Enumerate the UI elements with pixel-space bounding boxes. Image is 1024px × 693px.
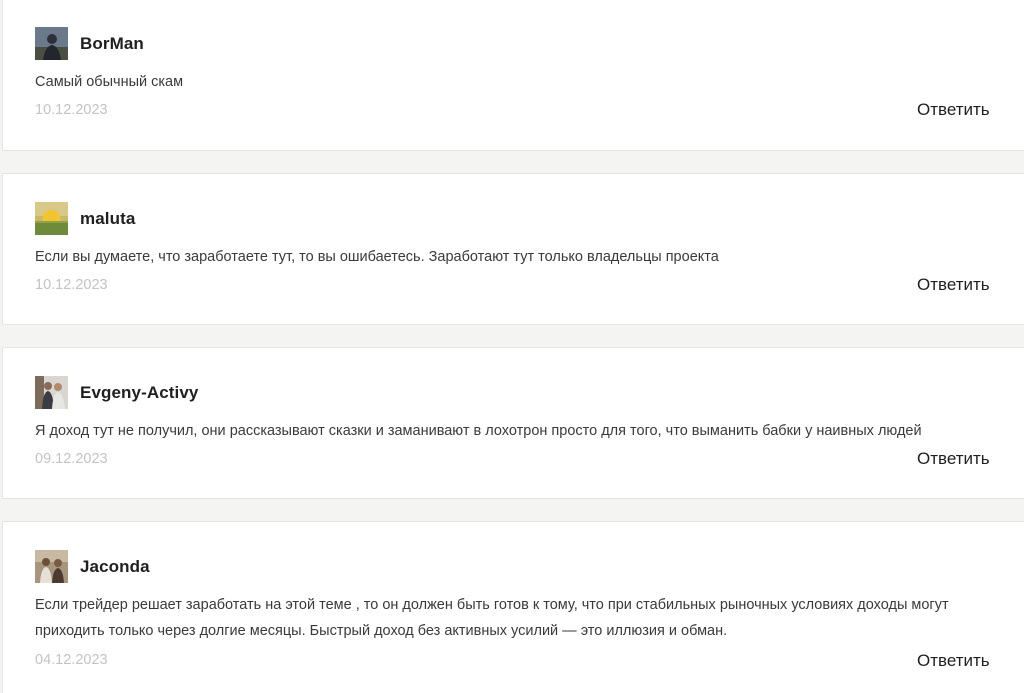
comment-card: Evgeny-Activy Я доход тут не получил, он… bbox=[2, 347, 1024, 499]
comment-header: BorMan bbox=[35, 27, 144, 60]
comment-author[interactable]: maluta bbox=[80, 209, 135, 229]
comment-header: Jaconda bbox=[35, 550, 150, 583]
comment-author[interactable]: BorMan bbox=[80, 34, 144, 54]
comment-card: maluta Если вы думаете, что заработаете … bbox=[2, 173, 1024, 325]
comment-header: Evgeny-Activy bbox=[35, 376, 198, 409]
comment-text: Самый обычный скам bbox=[35, 74, 184, 90]
user-photo-avatar-icon[interactable] bbox=[35, 376, 68, 409]
comment-author[interactable]: Evgeny-Activy bbox=[80, 383, 198, 403]
comment-card: Jaconda Если трейдер решает заработать н… bbox=[2, 521, 1024, 693]
comment-card: BorMan Самый обычный скам 10.12.2023 Отв… bbox=[2, 0, 1024, 151]
reply-button[interactable]: Ответить bbox=[917, 100, 990, 120]
comment-date: 09.12.2023 bbox=[35, 451, 108, 467]
reply-button[interactable]: Ответить bbox=[917, 275, 990, 295]
comment-date: 10.12.2023 bbox=[35, 102, 108, 118]
user-photo-avatar-icon[interactable] bbox=[35, 550, 68, 583]
comment-header: maluta bbox=[35, 202, 135, 235]
comments-feed: BorMan Самый обычный скам 10.12.2023 Отв… bbox=[0, 0, 1024, 693]
comment-text: Я доход тут не получил, они рассказывают… bbox=[35, 423, 922, 439]
comment-text: Если вы думаете, что заработаете тут, то… bbox=[35, 249, 719, 265]
comment-date: 04.12.2023 bbox=[35, 652, 108, 668]
comment-author[interactable]: Jaconda bbox=[80, 557, 150, 577]
comment-date: 10.12.2023 bbox=[35, 277, 108, 293]
reply-button[interactable]: Ответить bbox=[917, 449, 990, 469]
sunset-avatar-icon[interactable] bbox=[35, 202, 68, 235]
comment-text: Если трейдер решает заработать на этой т… bbox=[35, 597, 949, 639]
user-photo-avatar-icon[interactable] bbox=[35, 27, 68, 60]
reply-button[interactable]: Ответить bbox=[917, 651, 990, 671]
